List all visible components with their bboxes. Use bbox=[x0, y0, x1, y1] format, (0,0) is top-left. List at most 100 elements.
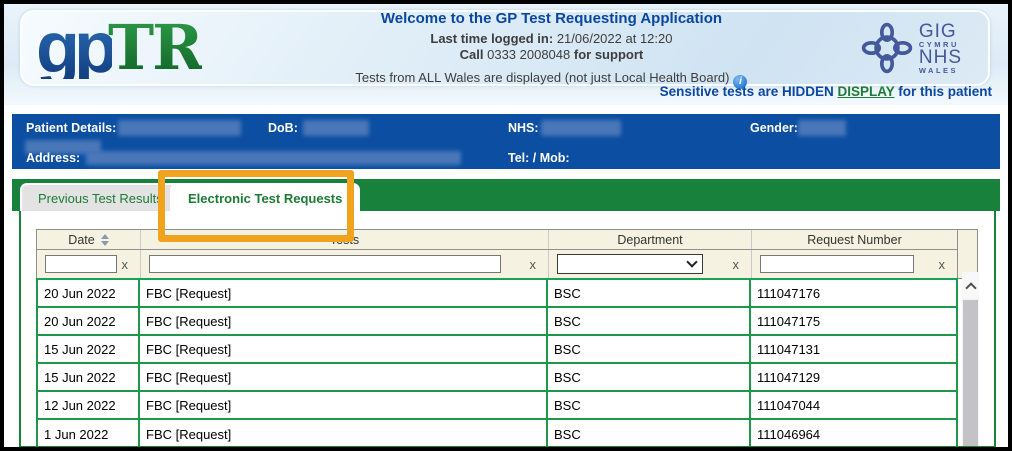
table-cell: FBC [Request] bbox=[140, 392, 548, 418]
table-cell: FBC [Request] bbox=[140, 308, 548, 334]
request-table-body: 20 Jun 2022FBC [Request]BSC11104717620 J… bbox=[36, 278, 958, 448]
table-cell: BSC bbox=[548, 308, 751, 334]
last-login-value: 21/06/2022 at 12:20 bbox=[557, 31, 673, 46]
sort-icon[interactable] bbox=[101, 234, 109, 246]
table-row[interactable]: 12 Jun 2022FBC [Request]BSC111047044 bbox=[38, 392, 956, 420]
table-cell: 111046964 bbox=[751, 420, 956, 448]
nhs-wales-logo: GIG CYMRU NHS WALES bbox=[861, 22, 988, 75]
table-row[interactable]: 1 Jun 2022FBC [Request]BSC111046964 bbox=[38, 420, 956, 448]
column-header-tests[interactable]: Tests bbox=[141, 230, 549, 249]
table-cell: 111047176 bbox=[751, 280, 956, 306]
welcome-title: Welcome to the GP Test Requesting Applic… bbox=[242, 10, 861, 27]
department-header-label: Department bbox=[617, 233, 682, 247]
request-number-filter-cell: x bbox=[752, 250, 957, 278]
table-cell: 20 Jun 2022 bbox=[38, 280, 140, 306]
table-cell: BSC bbox=[548, 392, 751, 418]
table-cell: BSC bbox=[548, 364, 751, 390]
table-filter-row: x x x x bbox=[36, 250, 958, 278]
gptr-logo: gp TR bbox=[22, 17, 242, 79]
patient-name-redacted bbox=[118, 120, 241, 136]
call-suffix: for support bbox=[574, 47, 643, 62]
app-window: gp TR Welcome to the GP Test Requesting … bbox=[0, 0, 1012, 451]
table-cell: 1 Jun 2022 bbox=[38, 420, 140, 448]
table-cell: BSC bbox=[548, 336, 751, 362]
tab-strip: Previous Test Results Electronic Test Re… bbox=[12, 179, 1000, 211]
table-row[interactable]: 20 Jun 2022FBC [Request]BSC111047176 bbox=[38, 280, 956, 308]
table-cell: 15 Jun 2022 bbox=[38, 364, 140, 390]
column-header-department[interactable]: Department bbox=[549, 230, 752, 249]
dob-redacted bbox=[303, 120, 369, 136]
nhs-wales: WALES bbox=[919, 67, 962, 75]
tests-filter-cell: x bbox=[141, 250, 549, 278]
tab-electronic-label: Electronic Test Requests bbox=[188, 191, 342, 206]
all-wales-note-text: Tests from ALL Wales are displayed (not … bbox=[355, 70, 729, 85]
column-header-date[interactable]: Date bbox=[37, 230, 141, 249]
table-row[interactable]: 20 Jun 2022FBC [Request]BSC111047175 bbox=[38, 308, 956, 336]
sensitive-suffix: for this patient bbox=[895, 84, 993, 99]
table-cell: 12 Jun 2022 bbox=[38, 392, 140, 418]
patient-details-bar: Patient Details: DoB: NHS: Gender: Addre… bbox=[12, 114, 1000, 169]
column-header-request-number[interactable]: Request Number bbox=[752, 230, 957, 249]
vertical-scrollbar[interactable] bbox=[962, 272, 979, 446]
request-number-filter-clear-button[interactable]: x bbox=[939, 257, 946, 272]
nhs-gig: GIG bbox=[919, 22, 962, 41]
requests-table: Date Tests Department Request Number x bbox=[36, 229, 978, 448]
table-cell: 111047129 bbox=[751, 364, 956, 390]
table-cell: FBC [Request] bbox=[140, 280, 548, 306]
table-cell: FBC [Request] bbox=[140, 336, 548, 362]
request-number-header-label: Request Number bbox=[807, 233, 902, 247]
tests-header-label: Tests bbox=[330, 233, 359, 247]
request-number-filter-input[interactable] bbox=[760, 255, 914, 273]
sensitive-tests-line: Sensitive tests are HIDDEN DISPLAY for t… bbox=[660, 84, 992, 99]
header-center: Welcome to the GP Test Requesting Applic… bbox=[242, 8, 861, 89]
table-cell: 111047044 bbox=[751, 392, 956, 418]
call-number: 0333 2008048 bbox=[487, 47, 570, 62]
department-filter-clear-button[interactable]: x bbox=[733, 257, 740, 272]
department-filter-cell: x bbox=[549, 250, 752, 278]
gender-redacted bbox=[798, 120, 846, 136]
table-row[interactable]: 15 Jun 2022FBC [Request]BSC111047129 bbox=[38, 364, 956, 392]
gender-label: Gender: bbox=[750, 121, 798, 135]
table-cell: 15 Jun 2022 bbox=[38, 336, 140, 362]
tests-filter-input[interactable] bbox=[149, 255, 501, 273]
tab-electronic-test-requests[interactable]: Electronic Test Requests bbox=[170, 183, 360, 211]
table-cell: 111047175 bbox=[751, 308, 956, 334]
table-cell: BSC bbox=[548, 280, 751, 306]
logo-tr-text: TR bbox=[108, 17, 202, 79]
date-filter-cell: x bbox=[37, 250, 141, 278]
last-login-label: Last time logged in: bbox=[430, 31, 553, 46]
tab-previous-test-results[interactable]: Previous Test Results bbox=[20, 183, 181, 211]
call-label: Call bbox=[460, 47, 484, 62]
scroll-up-button[interactable] bbox=[962, 272, 979, 298]
tab-previous-label: Previous Test Results bbox=[38, 191, 163, 206]
table-cell: FBC [Request] bbox=[140, 420, 548, 448]
chevron-up-icon bbox=[965, 282, 976, 293]
tab-content-panel: Date Tests Department Request Number x bbox=[19, 211, 996, 448]
department-filter-select[interactable] bbox=[557, 254, 703, 274]
table-cell: BSC bbox=[548, 420, 751, 448]
dob-label: DoB: bbox=[268, 121, 298, 135]
sensitive-prefix: Sensitive tests are HIDDEN bbox=[660, 84, 838, 99]
tests-filter-clear-button[interactable]: x bbox=[530, 257, 537, 272]
nhs-logo-text: GIG CYMRU NHS WALES bbox=[919, 22, 962, 75]
header-band: gp TR Welcome to the GP Test Requesting … bbox=[4, 4, 1008, 105]
date-filter-clear-button[interactable]: x bbox=[122, 257, 129, 272]
display-link[interactable]: DISPLAY bbox=[837, 84, 894, 99]
header-panel: gp TR Welcome to the GP Test Requesting … bbox=[20, 10, 990, 86]
nhs-nhs: NHS bbox=[919, 48, 962, 67]
patient-details-label: Patient Details: bbox=[26, 121, 116, 135]
nhs-number-redacted bbox=[541, 120, 621, 136]
table-row[interactable]: 15 Jun 2022FBC [Request]BSC111047131 bbox=[38, 336, 956, 364]
scrollbar-thumb[interactable] bbox=[963, 300, 978, 446]
tel-mob-label: Tel: / Mob: bbox=[508, 151, 570, 165]
table-cell: 20 Jun 2022 bbox=[38, 308, 140, 334]
table-header-row: Date Tests Department Request Number bbox=[36, 229, 958, 250]
last-login-line: Last time logged in: 21/06/2022 at 12:20 bbox=[242, 31, 861, 47]
chevron-down-icon bbox=[686, 256, 697, 267]
table-cell: 111047131 bbox=[751, 336, 956, 362]
nhs-number-label: NHS: bbox=[508, 121, 539, 135]
address-label: Address: bbox=[26, 151, 80, 165]
table-cell: FBC [Request] bbox=[140, 364, 548, 390]
nhs-celtic-knot-icon bbox=[861, 22, 913, 74]
date-filter-input[interactable] bbox=[45, 255, 117, 273]
